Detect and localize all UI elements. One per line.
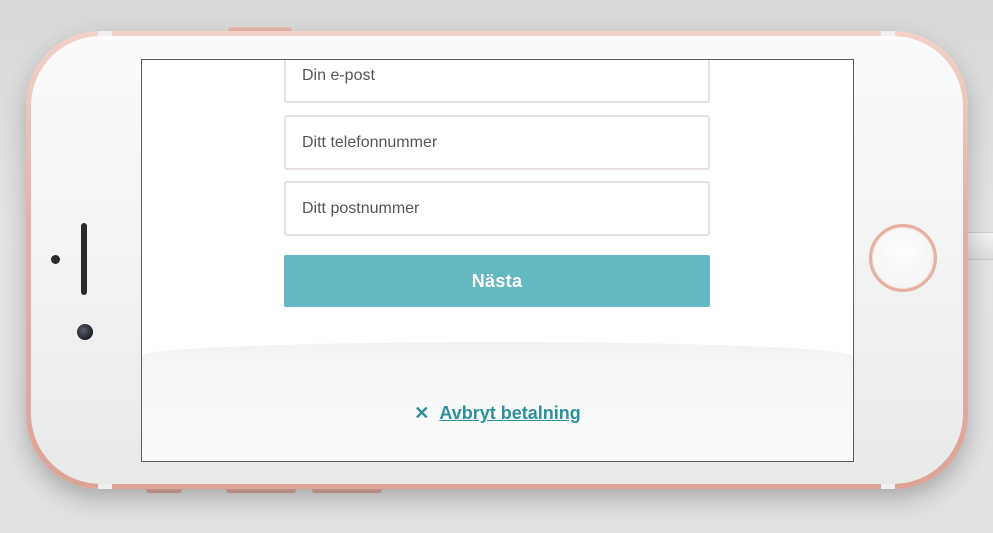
cancel-payment: ✕ Avbryt betalning	[142, 403, 853, 424]
antenna-line	[881, 484, 895, 489]
front-camera	[77, 324, 93, 340]
antenna-line	[881, 31, 895, 36]
postal-code-field[interactable]	[284, 181, 710, 236]
phone-field[interactable]	[284, 115, 710, 170]
footer-area	[142, 342, 853, 461]
earpiece-speaker	[81, 223, 87, 295]
phone-screen: Nästa ✕ Avbryt betalning	[141, 59, 854, 462]
email-field[interactable]	[284, 60, 710, 103]
antenna-line	[98, 484, 112, 489]
cancel-payment-link[interactable]: Avbryt betalning	[439, 403, 580, 423]
antenna-line	[98, 31, 112, 36]
proximity-sensor	[51, 255, 60, 264]
next-button[interactable]: Nästa	[284, 255, 710, 307]
home-button[interactable]	[869, 224, 937, 292]
close-icon[interactable]: ✕	[414, 403, 429, 424]
